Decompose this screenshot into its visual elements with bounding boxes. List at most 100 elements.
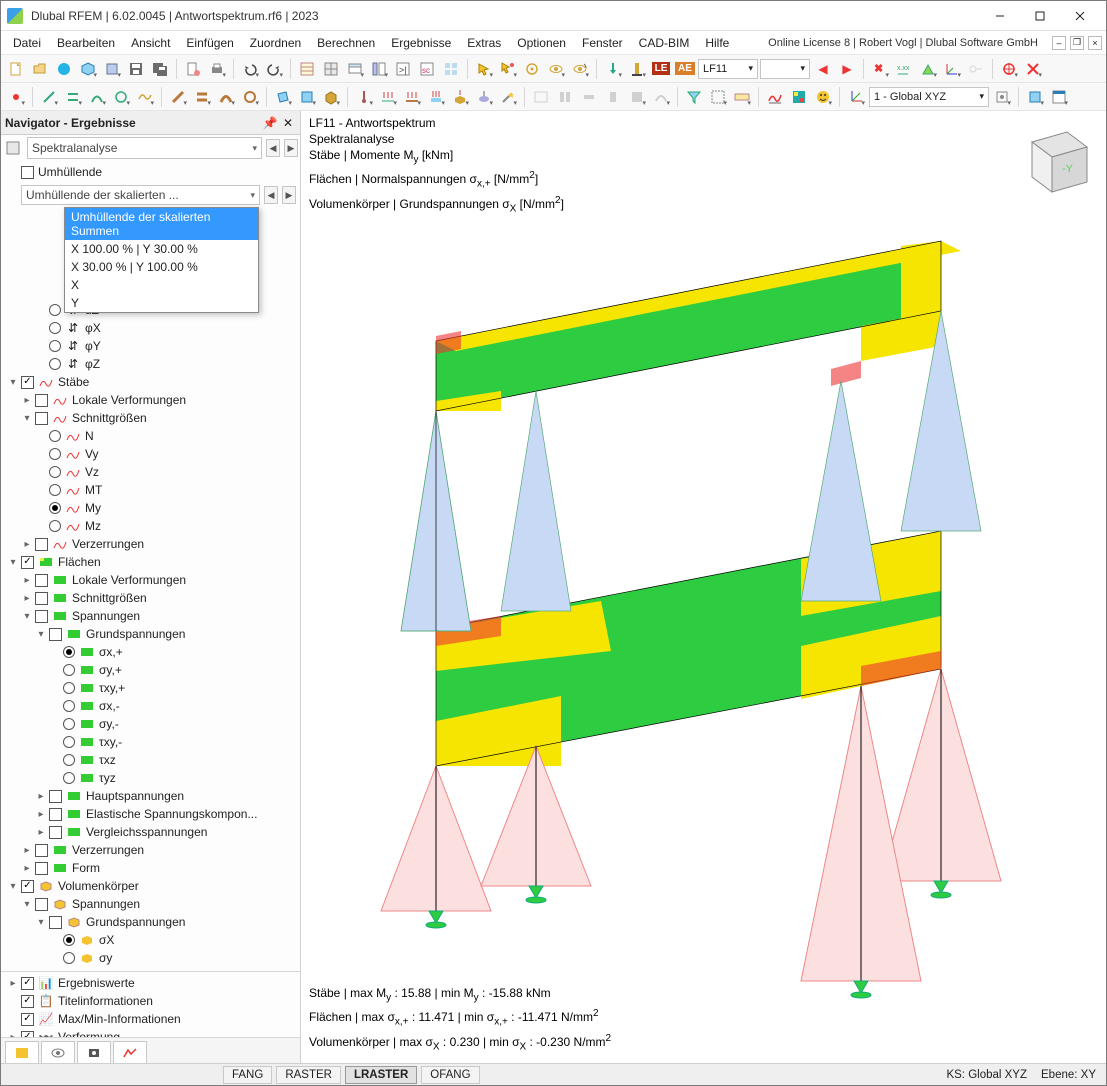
nav-tab-2[interactable]: [41, 1041, 75, 1063]
tree-sx-plus[interactable]: σx,+: [1, 643, 300, 661]
mass-icon[interactable]: [473, 86, 495, 108]
tree-form[interactable]: ▸Form: [1, 859, 300, 877]
tree-Vy[interactable]: Vy: [1, 445, 300, 463]
dropdown-opt-2[interactable]: X 30.00 % | Y 100.00 %: [65, 258, 258, 276]
save-as-icon[interactable]: [149, 58, 171, 80]
tree-maxmin[interactable]: 📈Max/Min-Informationen: [1, 1010, 300, 1028]
tree-Mz[interactable]: Mz: [1, 517, 300, 535]
tree-sy-minus[interactable]: σy,-: [1, 715, 300, 733]
tree-grundspannungen[interactable]: ▾Grundspannungen: [1, 625, 300, 643]
panel-icon[interactable]: [368, 58, 390, 80]
tree-sp-vol[interactable]: ▾Spannungen: [1, 895, 300, 913]
dropdown-opt-4[interactable]: Y: [65, 294, 258, 312]
spline-icon[interactable]: [134, 86, 156, 108]
filter-icon[interactable]: [683, 86, 705, 108]
tree-MT[interactable]: MT: [1, 481, 300, 499]
mdi-minimize-button[interactable]: –: [1052, 36, 1066, 50]
select-multi-icon[interactable]: [497, 58, 519, 80]
grid-icon[interactable]: [440, 58, 462, 80]
envelope-combo[interactable]: Umhüllende der skalierten ...▾: [21, 185, 260, 205]
navigator-mode-combo[interactable]: Spektralanalyse▾: [27, 137, 262, 159]
tree-umhuellende[interactable]: Umhüllende: [1, 163, 300, 181]
nav-next-mode[interactable]: ▶: [284, 139, 298, 157]
tree-ergebniswerte[interactable]: ▸📊Ergebniswerte: [1, 974, 300, 992]
status-ofang[interactable]: OFANG: [421, 1066, 479, 1084]
envelope-dropdown[interactable]: Umhüllende der skalierten Summen X 100.0…: [64, 207, 259, 313]
tree-schnittgroessen2[interactable]: ▸Schnittgrößen: [1, 589, 300, 607]
beam-arc-icon[interactable]: [215, 86, 237, 108]
area-load-icon[interactable]: [425, 86, 447, 108]
dropdown-opt-3[interactable]: X: [65, 276, 258, 294]
solid-icon[interactable]: [320, 86, 342, 108]
tree-phiy[interactable]: ⇵φY: [1, 337, 300, 355]
table-2-icon[interactable]: [320, 58, 342, 80]
navigator-pin-icon[interactable]: 📌: [262, 115, 278, 131]
menu-extras[interactable]: Extras: [459, 33, 509, 53]
print-report-icon[interactable]: [182, 58, 204, 80]
menu-hilfe[interactable]: Hilfe: [697, 33, 737, 53]
tree-hauptspannungen[interactable]: ▸Hauptspannungen: [1, 787, 300, 805]
menu-bearbeiten[interactable]: Bearbeiten: [49, 33, 123, 53]
isosurface-icon[interactable]: [788, 86, 810, 108]
animation-icon[interactable]: [812, 86, 834, 108]
tree-txy-plus[interactable]: τxy,+: [1, 679, 300, 697]
tree-tyz[interactable]: τyz: [1, 769, 300, 787]
console-icon[interactable]: >|: [392, 58, 414, 80]
coord-icon[interactable]: [845, 86, 867, 108]
solid-load-icon[interactable]: [449, 86, 471, 108]
tree-Vz[interactable]: Vz: [1, 463, 300, 481]
menu-zuordnen[interactable]: Zuordnen: [242, 33, 309, 53]
nav-prev-mode[interactable]: ◀: [266, 139, 280, 157]
nodal-load-icon[interactable]: [353, 86, 375, 108]
tree-verzerrungen2[interactable]: ▸Verzerrungen: [1, 841, 300, 859]
line-icon[interactable]: [38, 86, 60, 108]
surface-icon[interactable]: [272, 86, 294, 108]
dropdown-opt-1[interactable]: X 100.00 % | Y 30.00 %: [65, 240, 258, 258]
red-target-icon[interactable]: [998, 58, 1020, 80]
tree-elast[interactable]: ▸Elastische Spannungskompon...: [1, 805, 300, 823]
next-icon[interactable]: ▶: [836, 58, 858, 80]
surface2-icon[interactable]: [296, 86, 318, 108]
tree-spannungen[interactable]: ▾Spannungen: [1, 607, 300, 625]
axis-icon[interactable]: [941, 58, 963, 80]
open-file-icon[interactable]: [29, 58, 51, 80]
tree-vergl[interactable]: ▸Vergleichsspannungen: [1, 823, 300, 841]
empty-combo[interactable]: ▾: [760, 59, 810, 79]
eye-rot-icon[interactable]: [569, 58, 591, 80]
member-load-icon[interactable]: [401, 86, 423, 108]
model-icon[interactable]: [77, 58, 99, 80]
mdi-restore-button[interactable]: ❐: [1070, 36, 1084, 50]
undo-icon[interactable]: [239, 58, 261, 80]
result-diagram-icon[interactable]: [764, 86, 786, 108]
tree-verformung[interactable]: ▸〰️Verformung: [1, 1028, 300, 1037]
tree-volumen[interactable]: ▾Volumenkörper: [1, 877, 300, 895]
close-button[interactable]: [1060, 2, 1100, 30]
dropdown-opt-0[interactable]: Umhüllende der skalierten Summen: [65, 208, 258, 240]
ruler-icon[interactable]: [731, 86, 753, 108]
nav-tab-3[interactable]: [77, 1041, 111, 1063]
print-icon[interactable]: [206, 58, 228, 80]
render-icon[interactable]: [1024, 86, 1046, 108]
x-filter-icon[interactable]: ✖: [869, 58, 891, 80]
eye-icon[interactable]: [545, 58, 567, 80]
select-icon[interactable]: [473, 58, 495, 80]
menu-ansicht[interactable]: Ansicht: [123, 33, 178, 53]
script-icon[interactable]: sc: [416, 58, 438, 80]
envelope-prev[interactable]: ◀: [264, 186, 278, 204]
coord-settings-icon[interactable]: [991, 86, 1013, 108]
tree-lokale-verformungen[interactable]: ▸Lokale Verformungen: [1, 391, 300, 409]
tree-txz[interactable]: τxz: [1, 751, 300, 769]
load-icon[interactable]: [602, 58, 624, 80]
tree-N[interactable]: N: [1, 427, 300, 445]
status-lraster[interactable]: LRASTER: [345, 1066, 417, 1084]
tree-titelinfo[interactable]: 📋Titelinformationen: [1, 992, 300, 1010]
tree-flaechen[interactable]: ▾Flächen: [1, 553, 300, 571]
status-raster[interactable]: RASTER: [276, 1066, 341, 1084]
nav-tab-1[interactable]: [5, 1041, 39, 1063]
status-fang[interactable]: FANG: [223, 1066, 272, 1084]
new-file-icon[interactable]: [5, 58, 27, 80]
mdi-close-button[interactable]: ×: [1088, 36, 1102, 50]
two-beam-icon[interactable]: [191, 86, 213, 108]
pillar-icon[interactable]: [626, 58, 648, 80]
tree-staebe[interactable]: ▾Stäbe: [1, 373, 300, 391]
